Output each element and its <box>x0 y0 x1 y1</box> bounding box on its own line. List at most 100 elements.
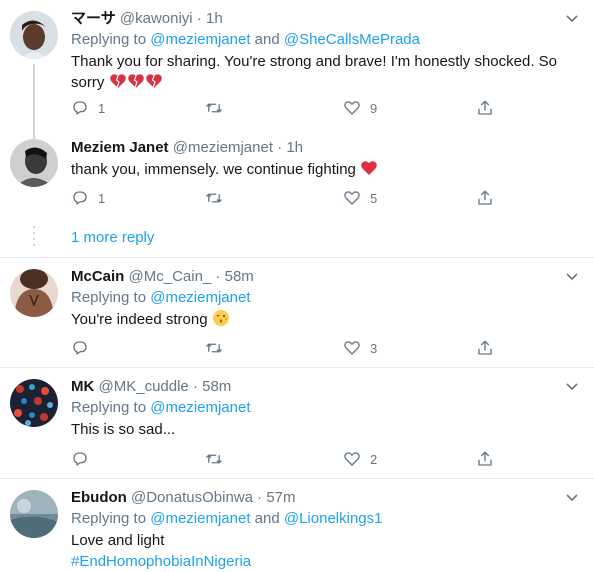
reply-icon <box>73 452 87 466</box>
like-icon <box>344 452 360 466</box>
share-icon <box>478 451 492 466</box>
share-button[interactable] <box>476 338 494 358</box>
mention-link[interactable]: @meziemjanet <box>150 510 250 527</box>
reply-button[interactable]: 1 <box>71 188 105 208</box>
tweet-text-content: thank you, immensely. we continue fighti… <box>71 161 356 178</box>
tweet-header: マーサ @kawoniyi · 1h <box>71 9 223 29</box>
thread-dots <box>33 226 35 250</box>
replying-and: and <box>254 510 280 527</box>
replying-to: Replying to @meziemjanet <box>71 398 250 418</box>
chevron-down-icon[interactable] <box>564 268 580 284</box>
tweet-2[interactable]: Meziem Janet @meziemjanet · 1h thank you… <box>0 133 594 223</box>
tweet-3[interactable]: McCain @Mc_Cain_ · 58m Replying to @mezi… <box>0 258 594 367</box>
reply-button[interactable] <box>71 449 98 469</box>
like-icon <box>344 101 360 115</box>
replying-prefix: Replying to <box>71 31 147 48</box>
share-icon <box>478 100 492 115</box>
tweet-header: Meziem Janet @meziemjanet · 1h <box>71 138 303 158</box>
tweet-text-content: Love and light <box>71 532 165 549</box>
display-name[interactable]: Meziem Janet <box>71 139 169 156</box>
timestamp[interactable]: 1h <box>286 139 303 156</box>
separator-dot: · <box>277 139 283 156</box>
replying-to: Replying to @meziemjanet <box>71 288 250 308</box>
tweet-actions: 3 <box>71 338 511 358</box>
retweet-button[interactable] <box>205 98 232 118</box>
share-button[interactable] <box>476 449 494 469</box>
avatar[interactable] <box>10 269 58 317</box>
reply-icon <box>73 341 87 355</box>
chevron-down-icon[interactable] <box>564 378 580 394</box>
like-icon <box>344 191 360 205</box>
user-handle[interactable]: @MK_cuddle <box>99 378 189 395</box>
like-button[interactable]: 3 <box>343 338 377 358</box>
retweet-button[interactable] <box>205 338 232 358</box>
tweet-header: McCain @Mc_Cain_ · 58m <box>71 267 254 287</box>
mention-link[interactable]: @Lionelkings1 <box>284 510 383 527</box>
reply-count: 1 <box>98 190 106 206</box>
retweet-icon <box>206 454 222 464</box>
user-handle[interactable]: @meziemjanet <box>173 139 273 156</box>
replying-and: and <box>254 31 280 48</box>
reply-button[interactable] <box>71 338 98 358</box>
retweet-icon <box>206 343 222 353</box>
tweet-text: You're indeed strong <box>71 309 571 333</box>
separator-dot: · <box>215 268 221 285</box>
retweet-button[interactable] <box>205 449 232 469</box>
avatar[interactable] <box>10 490 58 538</box>
user-handle[interactable]: @kawoniyi <box>120 10 193 27</box>
reply-count: 1 <box>98 100 106 116</box>
show-more-replies-link[interactable]: 1 more reply <box>71 228 154 248</box>
tweet-header: MK @MK_cuddle · 58m <box>71 377 231 397</box>
timestamp[interactable]: 57m <box>266 489 295 506</box>
user-handle[interactable]: @DonatusObinwa <box>131 489 253 506</box>
timestamp[interactable]: 58m <box>202 378 231 395</box>
broken-heart-icon <box>127 72 145 96</box>
tweet-header: Ebudon @DonatusObinwa · 57m <box>71 488 296 508</box>
avatar[interactable] <box>10 11 58 59</box>
separator-dot: · <box>257 489 263 506</box>
tweet-5[interactable]: Ebudon @DonatusObinwa · 57m Replying to … <box>0 479 594 571</box>
kissing-face-icon <box>212 309 230 333</box>
broken-heart-icon <box>145 72 163 96</box>
tweet-text: This is so sad... <box>71 419 571 440</box>
display-name[interactable]: McCain <box>71 268 124 285</box>
tweet-4[interactable]: MK @MK_cuddle · 58m Replying to @meziemj… <box>0 368 594 478</box>
like-button[interactable]: 9 <box>343 98 377 118</box>
timestamp[interactable]: 1h <box>206 10 223 27</box>
timestamp[interactable]: 58m <box>225 268 254 285</box>
display-name[interactable]: Ebudon <box>71 489 127 506</box>
separator-dot: · <box>196 10 202 27</box>
replying-to: Replying to @meziemjanet and @Lionelking… <box>71 509 382 529</box>
tweet-1[interactable]: マーサ @kawoniyi · 1h Replying to @meziemja… <box>0 0 594 133</box>
replying-prefix: Replying to <box>71 399 147 416</box>
mention-link[interactable]: @SheCallsMePrada <box>284 31 420 48</box>
mention-link[interactable]: @meziemjanet <box>150 31 250 48</box>
display-name[interactable]: マーサ <box>71 10 116 27</box>
like-button[interactable]: 2 <box>343 449 377 469</box>
tweet-actions: 2 <box>71 449 511 469</box>
chevron-down-icon[interactable] <box>564 489 580 505</box>
replying-prefix: Replying to <box>71 510 147 527</box>
display-name[interactable]: MK <box>71 378 94 395</box>
avatar[interactable] <box>10 379 58 427</box>
chevron-down-icon[interactable] <box>564 10 580 26</box>
reply-icon <box>73 101 87 115</box>
retweet-icon <box>206 193 222 203</box>
avatar[interactable] <box>10 139 58 187</box>
tweet-actions: 1 9 <box>71 98 511 118</box>
share-button[interactable] <box>476 98 494 118</box>
tweet-text: Love and light #EndHomophobiaInNigeria <box>71 530 571 572</box>
hashtag-link[interactable]: #EndHomophobiaInNigeria <box>71 551 571 572</box>
share-button[interactable] <box>476 188 494 208</box>
like-count: 5 <box>370 190 378 206</box>
broken-heart-icon <box>109 72 127 96</box>
red-heart-icon <box>360 159 378 183</box>
share-icon <box>478 190 492 205</box>
tweet-text-content: You're indeed strong <box>71 311 208 328</box>
retweet-button[interactable] <box>205 188 232 208</box>
mention-link[interactable]: @meziemjanet <box>150 289 250 306</box>
mention-link[interactable]: @meziemjanet <box>150 399 250 416</box>
reply-button[interactable]: 1 <box>71 98 105 118</box>
user-handle[interactable]: @Mc_Cain_ <box>129 268 212 285</box>
like-button[interactable]: 5 <box>343 188 377 208</box>
